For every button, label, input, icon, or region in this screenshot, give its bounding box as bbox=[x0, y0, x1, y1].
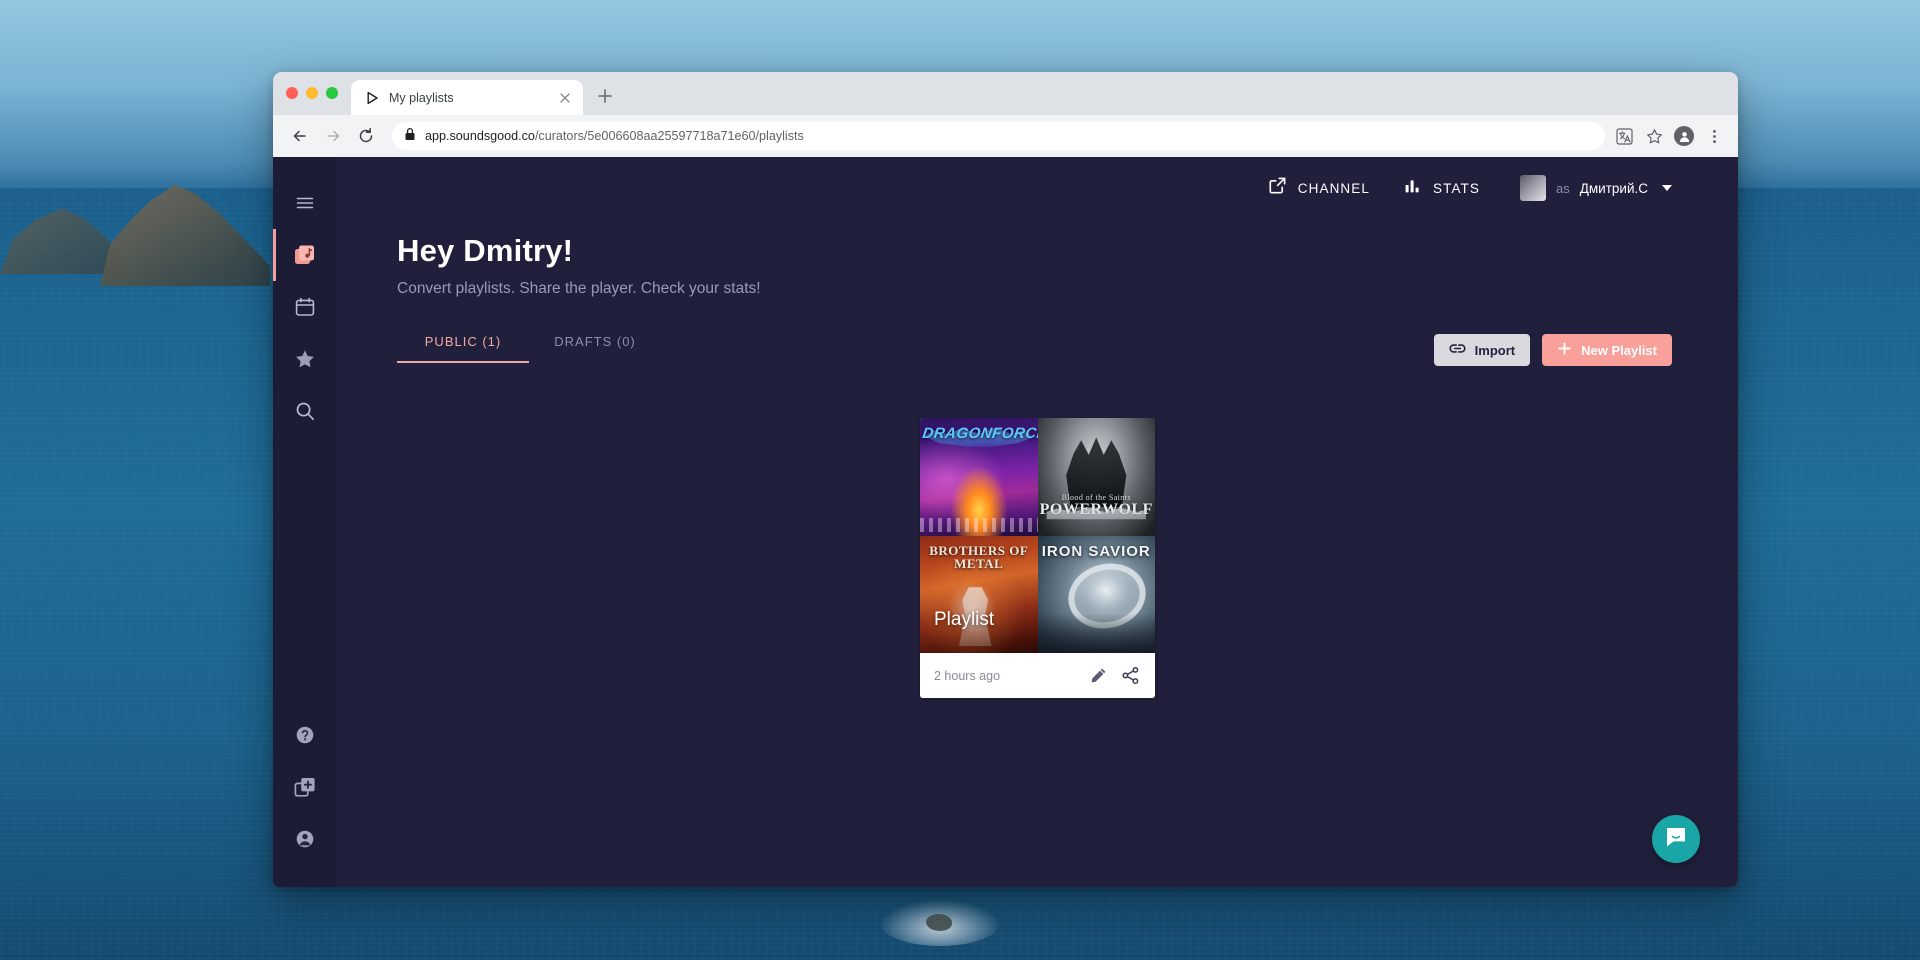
stats-label: STATS bbox=[1433, 180, 1481, 196]
sidebar-item-calendar[interactable] bbox=[273, 281, 337, 333]
new-playlist-label: New Playlist bbox=[1581, 342, 1657, 358]
playlist-cover-mosaic: DRAGONFORCE Blood of the Saints POWERWOLF… bbox=[920, 418, 1155, 653]
forward-arrow-icon[interactable] bbox=[318, 121, 348, 151]
playlist-card[interactable]: DRAGONFORCE Blood of the Saints POWERWOLF… bbox=[920, 418, 1155, 698]
lock-icon bbox=[404, 127, 416, 146]
sidebar-bottom-group bbox=[273, 709, 337, 865]
playlist-actions: Import New Playlist bbox=[1433, 334, 1672, 366]
share-icon[interactable] bbox=[1119, 665, 1141, 687]
star-icon[interactable] bbox=[1644, 126, 1664, 146]
address-bar[interactable]: app.soundsgood.co/curators/5e006608aa255… bbox=[392, 122, 1605, 150]
playlist-updated-time: 2 hours ago bbox=[934, 668, 1001, 683]
back-arrow-icon[interactable] bbox=[285, 121, 315, 151]
url-host: app.soundsgood.co bbox=[425, 129, 535, 143]
album-title-dragonforce: DRAGONFORCE bbox=[921, 425, 1038, 443]
user-name: Дмитрий.С bbox=[1579, 180, 1648, 196]
playlist-card-footer: 2 hours ago bbox=[920, 653, 1155, 698]
album-title-powerwolf: POWERWOLF bbox=[1039, 501, 1153, 519]
sidebar-item-account[interactable] bbox=[273, 813, 337, 865]
new-playlist-button[interactable]: New Playlist bbox=[1542, 334, 1672, 366]
import-button[interactable]: Import bbox=[1433, 334, 1531, 366]
tab-drafts[interactable]: DRAFTS (0) bbox=[529, 334, 661, 363]
playlist-title: Playlist bbox=[934, 609, 995, 630]
user-menu[interactable]: as Дмитрий.С bbox=[1520, 175, 1672, 201]
browser-toolbar: app.soundsgood.co/curators/5e006608aa255… bbox=[273, 115, 1738, 157]
url-path: /curators/5e006608aa25597718a71e60/playl… bbox=[534, 129, 804, 143]
search-icon bbox=[294, 400, 316, 422]
browser-toolbar-actions bbox=[1614, 126, 1726, 146]
hamburger-menu-icon bbox=[294, 192, 316, 214]
account-person-icon bbox=[294, 828, 316, 850]
album-cover-powerwolf: Blood of the Saints POWERWOLF bbox=[1037, 418, 1155, 536]
sidebar-item-search[interactable] bbox=[273, 385, 337, 437]
close-icon[interactable] bbox=[557, 90, 573, 106]
address-bar-url: app.soundsgood.co/curators/5e006608aa255… bbox=[425, 129, 804, 143]
stats-button[interactable]: STATS bbox=[1404, 177, 1480, 200]
bar-chart-icon bbox=[1404, 177, 1422, 200]
playlist-tabs: PUBLIC (1) DRAFTS (0) Import New Playlis… bbox=[397, 334, 1678, 380]
album-title-brothers-of-metal: BROTHERS OF METAL bbox=[929, 542, 1029, 572]
user-as-label: as bbox=[1556, 180, 1570, 196]
app-content: CHANNEL STATS as Дмитрий.С Hey Dmitry! C… bbox=[337, 157, 1738, 887]
soundsgood-app: CHANNEL STATS as Дмитрий.С Hey Dmitry! C… bbox=[273, 157, 1738, 887]
three-dot-menu-icon[interactable] bbox=[1704, 126, 1724, 146]
external-link-icon bbox=[1268, 176, 1287, 200]
pencil-icon[interactable] bbox=[1087, 665, 1109, 687]
calendar-icon bbox=[294, 296, 316, 318]
tab-public[interactable]: PUBLIC (1) bbox=[397, 334, 529, 363]
browser-tab-strip: My playlists bbox=[273, 72, 1738, 115]
music-note-icon bbox=[293, 243, 317, 267]
app-topbar: CHANNEL STATS as Дмитрий.С bbox=[397, 157, 1678, 219]
import-label: Import bbox=[1474, 342, 1516, 358]
sidebar-item-add-new[interactable] bbox=[273, 761, 337, 813]
app-sidebar bbox=[273, 157, 337, 887]
reload-icon[interactable] bbox=[351, 121, 381, 151]
album-cover-dragonforce: DRAGONFORCE bbox=[920, 418, 1038, 536]
plus-icon bbox=[1557, 341, 1572, 359]
link-icon bbox=[1449, 340, 1466, 360]
sidebar-item-favorites[interactable] bbox=[273, 333, 337, 385]
page-subtitle: Convert playlists. Share the player. Che… bbox=[397, 280, 761, 297]
chevron-down-icon[interactable] bbox=[1662, 185, 1672, 191]
hero-section: Hey Dmitry! Convert playlists. Share the… bbox=[397, 219, 1678, 298]
browser-tab[interactable]: My playlists bbox=[351, 80, 583, 115]
add-square-icon bbox=[293, 775, 317, 799]
browser-tab-title: My playlists bbox=[389, 90, 454, 105]
browser-window: My playlists app.soundsgood.co/curators/… bbox=[273, 72, 1738, 887]
minimize-window-button[interactable] bbox=[306, 87, 318, 99]
chat-widget-button[interactable] bbox=[1652, 815, 1700, 863]
sidebar-top-group bbox=[273, 177, 337, 437]
sidebar-item-help[interactable] bbox=[273, 709, 337, 761]
close-window-button[interactable] bbox=[286, 87, 298, 99]
sidebar-item-playlists[interactable] bbox=[273, 229, 337, 281]
sidebar-item-menu[interactable] bbox=[273, 177, 337, 229]
playlist-grid: DRAGONFORCE Blood of the Saints POWERWOLF… bbox=[397, 418, 1678, 698]
album-subtitle-powerwolf: Blood of the Saints bbox=[1061, 492, 1131, 502]
window-traffic-lights[interactable] bbox=[286, 87, 338, 99]
channel-label: CHANNEL bbox=[1297, 180, 1370, 196]
question-mark-icon bbox=[294, 724, 316, 746]
maximize-window-button[interactable] bbox=[326, 87, 338, 99]
profile-avatar-icon[interactable] bbox=[1674, 126, 1694, 146]
avatar bbox=[1520, 175, 1547, 201]
star-icon bbox=[294, 348, 316, 370]
sea-rock bbox=[880, 900, 1000, 946]
channel-button[interactable]: CHANNEL bbox=[1268, 176, 1370, 200]
play-icon bbox=[364, 90, 380, 106]
plus-icon[interactable] bbox=[595, 86, 615, 106]
chat-bubble-icon bbox=[1663, 824, 1689, 855]
album-title-iron-savior: IRON SAVIOR bbox=[1041, 542, 1151, 560]
album-cover-iron-savior: IRON SAVIOR bbox=[1037, 535, 1155, 653]
translate-icon[interactable] bbox=[1614, 126, 1634, 146]
album-cover-brothers-of-metal: BROTHERS OF METAL bbox=[920, 535, 1038, 653]
page-title: Hey Dmitry! bbox=[397, 233, 574, 268]
